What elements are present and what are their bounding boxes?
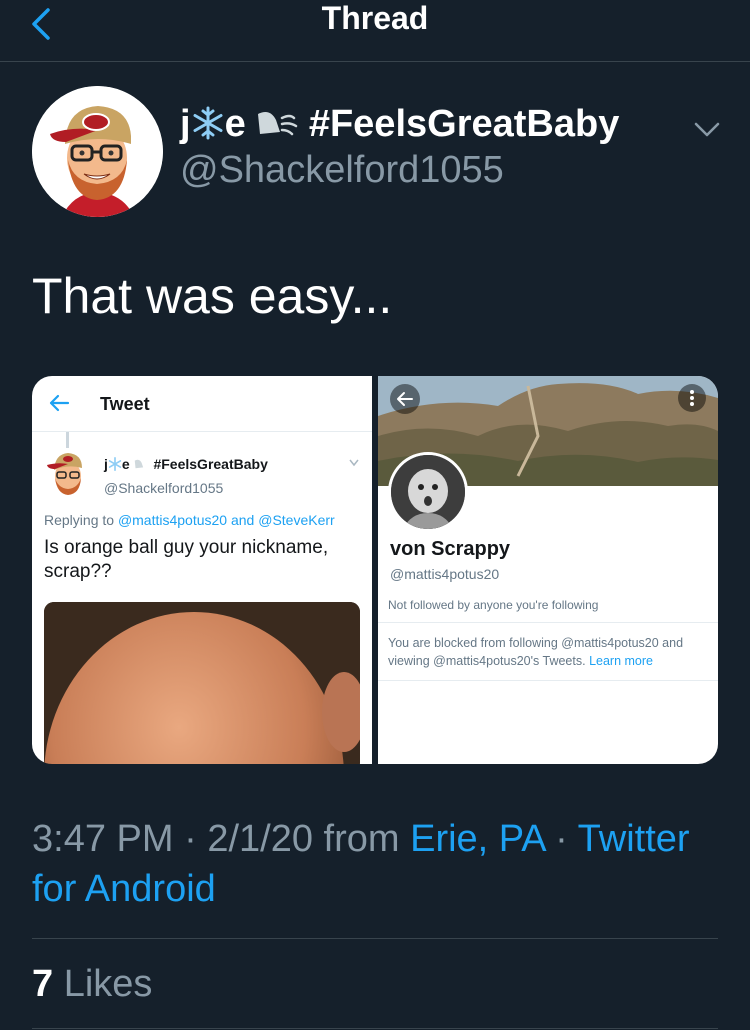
chevron-down-icon[interactable] bbox=[692, 120, 722, 140]
likes-number: 7 bbox=[32, 963, 54, 1005]
baby-avatar-image bbox=[391, 455, 465, 529]
author-handle[interactable]: @Shackelford1055 bbox=[180, 148, 504, 192]
divider bbox=[378, 622, 718, 623]
avatar-illustration bbox=[32, 86, 163, 217]
embedded-title: Tweet bbox=[100, 394, 150, 414]
profile-name: von Scrappy bbox=[390, 538, 511, 560]
embedded-avatar bbox=[47, 453, 82, 495]
divider bbox=[32, 938, 718, 939]
tweet-date: 2/1/20 bbox=[207, 818, 313, 860]
media-image-left[interactable]: Tweet je #FeelsGreatBaby @Shackelford105… bbox=[32, 376, 372, 764]
profile-more-button bbox=[678, 384, 706, 412]
name-part: e bbox=[121, 456, 130, 472]
likes-label: Likes bbox=[63, 963, 153, 1005]
embedded-header: Tweet bbox=[32, 376, 372, 432]
divider bbox=[32, 1028, 718, 1029]
page-title: Thread bbox=[321, 0, 429, 36]
embedded-photo bbox=[44, 602, 360, 764]
back-arrow-icon bbox=[397, 392, 413, 406]
separator: · bbox=[544, 818, 578, 860]
thread-header: Thread bbox=[0, 0, 750, 62]
tweet-text: That was easy... bbox=[32, 268, 393, 324]
profile-avatar bbox=[388, 452, 468, 532]
wind-icon bbox=[258, 112, 298, 136]
embedded-display-name: je #FeelsGreatBaby bbox=[104, 456, 268, 472]
name-part: e bbox=[224, 103, 246, 145]
followed-note: Not followed by anyone you're following bbox=[388, 598, 599, 612]
author-display-name[interactable]: j e #FeelsGreatBaby bbox=[180, 102, 619, 146]
tweet-time: 3:47 PM bbox=[32, 818, 174, 860]
name-part: j bbox=[180, 103, 191, 145]
likes-count[interactable]: 7 Likes bbox=[32, 962, 152, 1006]
snowflake-icon bbox=[108, 457, 122, 471]
name-hashtag: #FeelsGreatBaby bbox=[308, 103, 620, 145]
mention-link: @mattis4potus20 bbox=[117, 512, 228, 528]
embedded-tweet-text: Is orange ball guy your nickname, scrap?… bbox=[44, 537, 329, 582]
thread-line bbox=[66, 432, 69, 448]
learn-more-link: Learn more bbox=[589, 654, 653, 668]
more-icon bbox=[690, 390, 694, 406]
author-avatar[interactable] bbox=[32, 86, 163, 217]
snowflake-icon bbox=[193, 106, 223, 140]
wind-icon bbox=[134, 459, 143, 469]
location-link[interactable]: Erie, PA bbox=[410, 818, 544, 860]
chevron-down-icon bbox=[349, 459, 359, 467]
back-arrow-icon bbox=[49, 394, 70, 412]
replying-to: Replying to @mattis4potus20 and @SteveKe… bbox=[44, 512, 335, 528]
tweet-media[interactable]: Tweet je #FeelsGreatBaby @Shackelford105… bbox=[32, 376, 718, 764]
bald-head-photo bbox=[44, 602, 360, 764]
blocked-notice: You are blocked from following @mattis4p… bbox=[388, 634, 710, 670]
media-image-right[interactable]: von Scrappy @mattis4potus20 Not followed… bbox=[378, 376, 718, 764]
mention-and: and bbox=[230, 512, 255, 528]
mention-link: @SteveKerr bbox=[258, 512, 335, 528]
profile-handle: @mattis4potus20 bbox=[390, 566, 500, 582]
separator: · bbox=[173, 818, 208, 860]
from-label: from bbox=[312, 818, 411, 860]
tweet-meta: 3:47 PM · 2/1/20 from Erie, PA · Twitter… bbox=[32, 814, 722, 914]
name-hashtag: #FeelsGreatBaby bbox=[153, 456, 268, 472]
embedded-handle: @Shackelford1055 bbox=[104, 480, 224, 496]
divider bbox=[378, 680, 718, 681]
replying-label: Replying to bbox=[44, 512, 115, 528]
profile-back-button bbox=[390, 384, 420, 414]
